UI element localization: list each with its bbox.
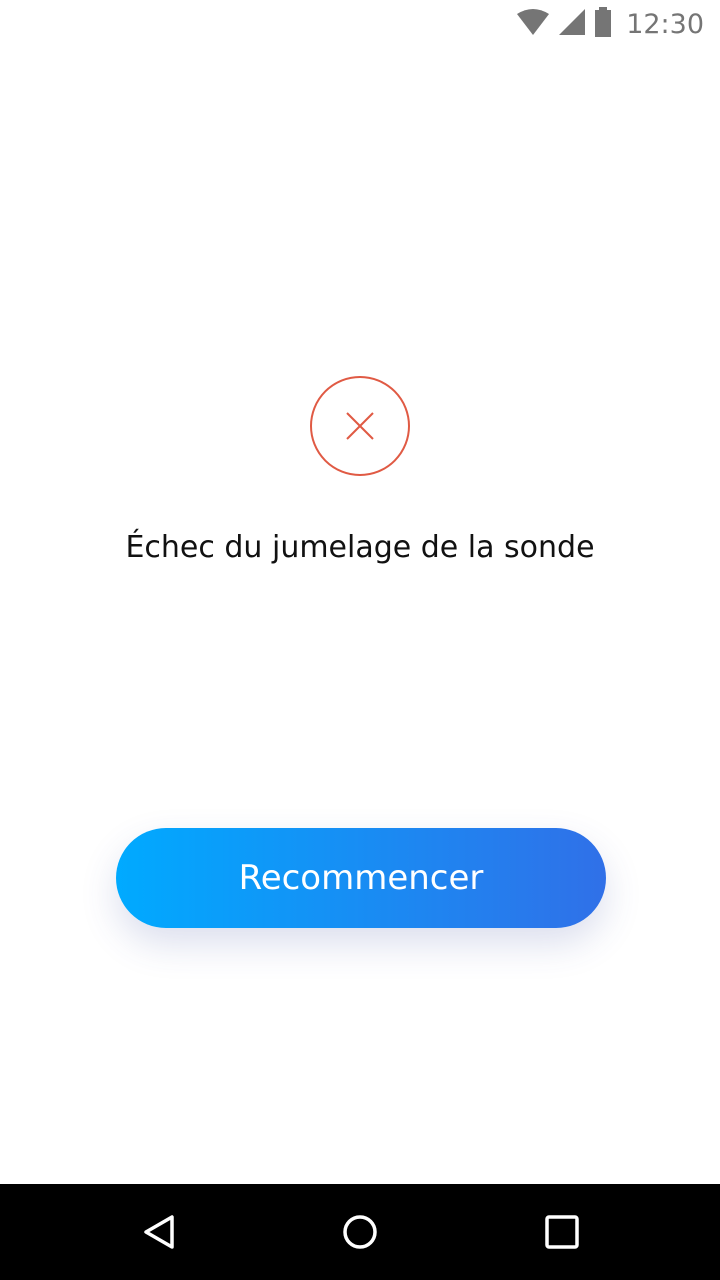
navigation-bar bbox=[0, 1184, 720, 1280]
pairing-failed-screen: 12:30 Échec du jumelage de la sonde Reco… bbox=[0, 0, 720, 1280]
close-icon bbox=[310, 376, 410, 476]
status-icons: 12:30 bbox=[516, 6, 704, 42]
home-icon bbox=[343, 1215, 377, 1249]
home-button[interactable] bbox=[336, 1208, 384, 1256]
back-button[interactable] bbox=[136, 1208, 184, 1256]
cell-signal-icon bbox=[558, 8, 586, 41]
status-bar: 12:30 bbox=[0, 0, 720, 48]
wifi-icon bbox=[516, 8, 550, 41]
restart-button[interactable]: Recommencer bbox=[116, 828, 606, 928]
battery-icon bbox=[594, 6, 612, 42]
error-message: Échec du jumelage de la sonde bbox=[125, 530, 595, 565]
recents-icon bbox=[545, 1215, 579, 1249]
error-icon-container bbox=[310, 376, 410, 476]
status-time: 12:30 bbox=[626, 8, 704, 40]
back-icon bbox=[144, 1215, 174, 1249]
recents-button[interactable] bbox=[538, 1208, 586, 1256]
